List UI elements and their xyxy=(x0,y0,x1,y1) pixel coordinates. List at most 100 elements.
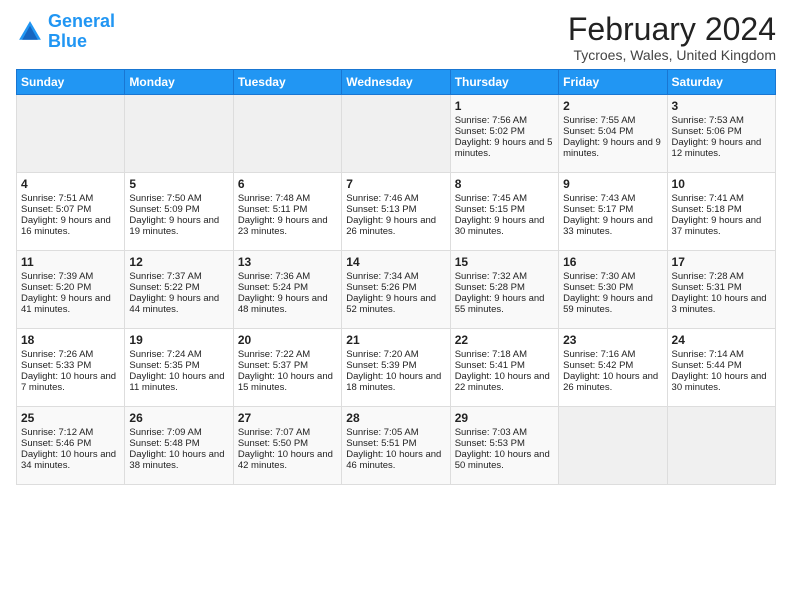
day-number: 14 xyxy=(346,255,445,269)
day-number: 17 xyxy=(672,255,771,269)
logo-line2: Blue xyxy=(48,31,87,51)
day-number: 6 xyxy=(238,177,337,191)
sunrise-text: Sunrise: 7:28 AM xyxy=(672,271,744,282)
sunset-text: Sunset: 5:50 PM xyxy=(238,438,308,449)
day-number: 25 xyxy=(21,411,120,425)
calendar-cell xyxy=(17,95,125,173)
daylight-text: Daylight: 9 hours and 44 minutes. xyxy=(129,293,219,315)
sunrise-text: Sunrise: 7:50 AM xyxy=(129,193,201,204)
day-number: 11 xyxy=(21,255,120,269)
sunset-text: Sunset: 5:44 PM xyxy=(672,360,742,371)
daylight-text: Daylight: 9 hours and 19 minutes. xyxy=(129,215,219,237)
calendar-cell: 22 Sunrise: 7:18 AMSunset: 5:41 PMDayligh… xyxy=(450,329,558,407)
sunrise-text: Sunrise: 7:30 AM xyxy=(563,271,635,282)
sunset-text: Sunset: 5:48 PM xyxy=(129,438,199,449)
sunset-text: Sunset: 5:37 PM xyxy=(238,360,308,371)
sunset-text: Sunset: 5:33 PM xyxy=(21,360,91,371)
sunset-text: Sunset: 5:41 PM xyxy=(455,360,525,371)
daylight-text: Daylight: 10 hours and 46 minutes. xyxy=(346,449,441,471)
calendar-cell: 28 Sunrise: 7:05 AMSunset: 5:51 PMDayligh… xyxy=(342,407,450,485)
calendar-cell xyxy=(559,407,667,485)
col-header-tuesday: Tuesday xyxy=(233,70,341,95)
calendar-header-row: SundayMondayTuesdayWednesdayThursdayFrid… xyxy=(17,70,776,95)
sunset-text: Sunset: 5:09 PM xyxy=(129,204,199,215)
daylight-text: Daylight: 9 hours and 9 minutes. xyxy=(563,137,661,159)
daylight-text: Daylight: 10 hours and 34 minutes. xyxy=(21,449,116,471)
sunset-text: Sunset: 5:06 PM xyxy=(672,126,742,137)
calendar-cell: 8Sunrise: 7:45 AMSunset: 5:15 PMDaylight… xyxy=(450,173,558,251)
day-number: 9 xyxy=(563,177,662,191)
day-number: 28 xyxy=(346,411,445,425)
day-number: 23 xyxy=(563,333,662,347)
day-number: 12 xyxy=(129,255,228,269)
daylight-text: Daylight: 9 hours and 12 minutes. xyxy=(672,137,762,159)
calendar-cell: 11Sunrise: 7:39 AMSunset: 5:20 PMDayligh… xyxy=(17,251,125,329)
daylight-text: Daylight: 10 hours and 50 minutes. xyxy=(455,449,550,471)
daylight-text: Daylight: 10 hours and 11 minutes. xyxy=(129,371,224,393)
daylight-text: Daylight: 10 hours and 38 minutes. xyxy=(129,449,224,471)
sunrise-text: Sunrise: 7:12 AM xyxy=(21,427,93,438)
daylight-text: Daylight: 9 hours and 48 minutes. xyxy=(238,293,328,315)
sunrise-text: Sunrise: 7:18 AM xyxy=(455,349,527,360)
daylight-text: Daylight: 9 hours and 26 minutes. xyxy=(346,215,436,237)
calendar-cell: 2Sunrise: 7:55 AMSunset: 5:04 PMDaylight… xyxy=(559,95,667,173)
calendar-cell xyxy=(233,95,341,173)
day-number: 8 xyxy=(455,177,554,191)
calendar-cell: 21Sunrise: 7:20 AMSunset: 5:39 PMDayligh… xyxy=(342,329,450,407)
calendar-cell: 20Sunrise: 7:22 AMSunset: 5:37 PMDayligh… xyxy=(233,329,341,407)
day-number: 26 xyxy=(129,411,228,425)
sunset-text: Sunset: 5:28 PM xyxy=(455,282,525,293)
day-number: 15 xyxy=(455,255,554,269)
sunset-text: Sunset: 5:39 PM xyxy=(346,360,416,371)
calendar-cell: 15Sunrise: 7:32 AMSunset: 5:28 PMDayligh… xyxy=(450,251,558,329)
sunset-text: Sunset: 5:42 PM xyxy=(563,360,633,371)
calendar-cell: 4Sunrise: 7:51 AMSunset: 5:07 PMDaylight… xyxy=(17,173,125,251)
week-row-3: 18Sunrise: 7:26 AMSunset: 5:33 PMDayligh… xyxy=(17,329,776,407)
sunrise-text: Sunrise: 7:34 AM xyxy=(346,271,418,282)
sunrise-text: Sunrise: 7:43 AM xyxy=(563,193,635,204)
day-number: 27 xyxy=(238,411,337,425)
sunset-text: Sunset: 5:04 PM xyxy=(563,126,633,137)
col-header-monday: Monday xyxy=(125,70,233,95)
daylight-text: Daylight: 10 hours and 42 minutes. xyxy=(238,449,333,471)
sunrise-text: Sunrise: 7:22 AM xyxy=(238,349,310,360)
sunrise-text: Sunrise: 7:16 AM xyxy=(563,349,635,360)
daylight-text: Daylight: 10 hours and 22 minutes. xyxy=(455,371,550,393)
calendar-cell: 27Sunrise: 7:07 AMSunset: 5:50 PMDayligh… xyxy=(233,407,341,485)
title-block: February 2024 Tycroes, Wales, United Kin… xyxy=(568,12,776,63)
day-number: 16 xyxy=(563,255,662,269)
sunrise-text: Sunrise: 7:14 AM xyxy=(672,349,744,360)
col-header-wednesday: Wednesday xyxy=(342,70,450,95)
calendar-cell: 14Sunrise: 7:34 AMSunset: 5:26 PMDayligh… xyxy=(342,251,450,329)
day-number: 1 xyxy=(455,99,554,113)
sunrise-text: Sunrise: 7:46 AM xyxy=(346,193,418,204)
day-number: 10 xyxy=(672,177,771,191)
daylight-text: Daylight: 9 hours and 52 minutes. xyxy=(346,293,436,315)
day-number: 13 xyxy=(238,255,337,269)
calendar-cell: 23Sunrise: 7:16 AMSunset: 5:42 PMDayligh… xyxy=(559,329,667,407)
daylight-text: Daylight: 10 hours and 3 minutes. xyxy=(672,293,767,315)
subtitle: Tycroes, Wales, United Kingdom xyxy=(568,47,776,63)
sunset-text: Sunset: 5:35 PM xyxy=(129,360,199,371)
day-number: 7 xyxy=(346,177,445,191)
sunrise-text: Sunrise: 7:37 AM xyxy=(129,271,201,282)
day-number: 18 xyxy=(21,333,120,347)
sunrise-text: Sunrise: 7:03 AM xyxy=(455,427,527,438)
calendar-cell: 13Sunrise: 7:36 AMSunset: 5:24 PMDayligh… xyxy=(233,251,341,329)
daylight-text: Daylight: 9 hours and 59 minutes. xyxy=(563,293,653,315)
page: General Blue February 2024 Tycroes, Wale… xyxy=(0,0,792,612)
logo-line1: General xyxy=(48,11,115,31)
daylight-text: Daylight: 10 hours and 7 minutes. xyxy=(21,371,116,393)
calendar-table: SundayMondayTuesdayWednesdayThursdayFrid… xyxy=(16,69,776,485)
sunrise-text: Sunrise: 7:51 AM xyxy=(21,193,93,204)
week-row-0: 1Sunrise: 7:56 AMSunset: 5:02 PMDaylight… xyxy=(17,95,776,173)
calendar-cell xyxy=(667,407,775,485)
day-number: 22 xyxy=(455,333,554,347)
sunset-text: Sunset: 5:51 PM xyxy=(346,438,416,449)
logo: General Blue xyxy=(16,12,115,52)
calendar-cell: 17Sunrise: 7:28 AMSunset: 5:31 PMDayligh… xyxy=(667,251,775,329)
calendar-cell: 1Sunrise: 7:56 AMSunset: 5:02 PMDaylight… xyxy=(450,95,558,173)
sunrise-text: Sunrise: 7:05 AM xyxy=(346,427,418,438)
day-number: 21 xyxy=(346,333,445,347)
daylight-text: Daylight: 9 hours and 55 minutes. xyxy=(455,293,545,315)
